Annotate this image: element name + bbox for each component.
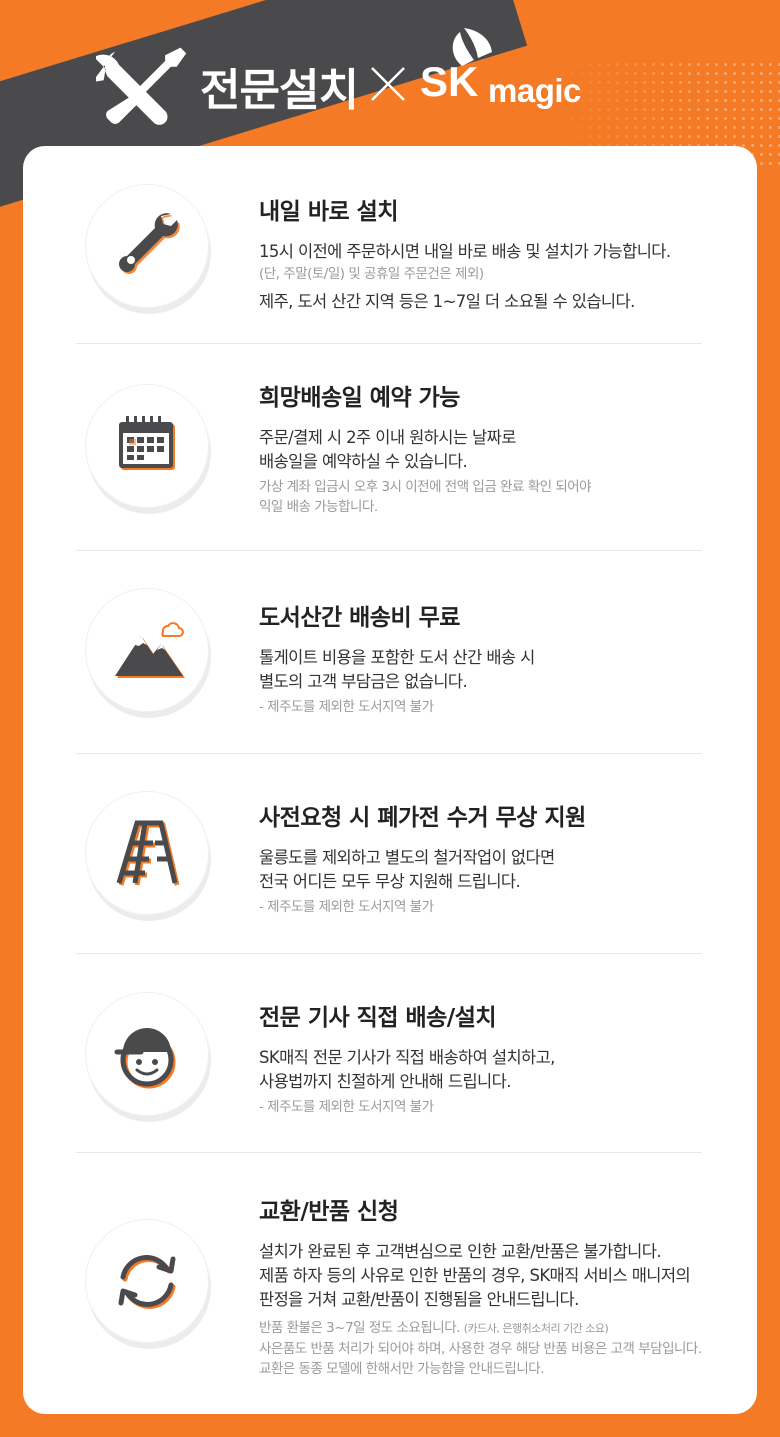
brand-magic: magic (488, 72, 581, 109)
item-title: 내일 바로 설치 (259, 199, 398, 225)
item-title: 사전요청 시 폐가전 수거 무상 지원 (259, 805, 586, 831)
item-note: - 제주도를 제외한 도서지역 불가 (259, 899, 434, 915)
item-desc: 주문/결제 시 2주 이내 원하시는 날짜로 (259, 428, 516, 447)
item-appliance-pickup: 사전요청 시 폐가전 수거 무상 지원 울릉도를 제외하고 별도의 철거작업이 … (259, 798, 739, 917)
cross-icon (371, 67, 405, 101)
item-desc: 톨게이트 비용을 포함한 도서 산간 배송 시 (259, 648, 535, 667)
item-note: - 제주도를 제외한 도서지역 불가 (259, 699, 434, 715)
exchange-icon (118, 1255, 176, 1309)
divider (76, 753, 702, 754)
item-desc: 배송일을 예약하실 수 있습니다. (259, 452, 468, 471)
ladder-icon (116, 820, 180, 886)
item-desc: 전국 어디든 모두 무상 지원해 드립니다. (259, 872, 521, 891)
item-title: 희망배송일 예약 가능 (259, 385, 460, 411)
item-title: 전문 기사 직접 배송/설치 (259, 1005, 497, 1031)
item-desc: 별도의 고객 부담금은 없습니다. (259, 672, 468, 691)
item-desc: 제품 하자 등의 사유로 인한 반품의 경우, SK매직 서비스 매니저의 (259, 1266, 691, 1285)
item-delivery-reservation: 희망배송일 예약 가능 주문/결제 시 2주 이내 원하시는 날짜로 배송일을 … (259, 378, 739, 517)
item-desc: 15시 이전에 주문하시면 내일 바로 배송 및 설치가 가능합니다. (259, 242, 671, 261)
item-note: 반품 환불은 3~7일 정도 소요됩니다. (카드사, 은행취소처리 기간 소요… (259, 1318, 739, 1339)
item-note-text: 반품 환불은 3~7일 정도 소요됩니다. (259, 1320, 460, 1336)
item-desc: 사용법까지 친절하게 안내해 드립니다. (259, 1072, 511, 1091)
calendar-icon (119, 416, 175, 470)
item-title: 교환/반품 신청 (259, 1199, 399, 1225)
divider (76, 1152, 702, 1153)
wrench-icon (119, 213, 180, 274)
item-expert-installation: 전문 기사 직접 배송/설치 SK매직 전문 기사가 직접 배송하여 설치하고,… (259, 998, 739, 1117)
header-title: 전문설치 (200, 65, 359, 116)
mountain-icon (115, 622, 185, 678)
divider (76, 550, 702, 551)
item-desc: 판정을 거쳐 교환/반품이 진행됨을 안내드립니다. (259, 1290, 579, 1309)
item-exchange-return: 교환/반품 신청 설치가 완료된 후 고객변심으로 인한 교환/반품은 불가합니… (259, 1192, 739, 1379)
item-note: 교환은 동종 모델에 한해서만 가능함을 안내드립니다. (259, 1361, 545, 1377)
item-title: 도서산간 배송비 무료 (259, 605, 460, 631)
item-note: 익일 배송 가능합니다. (259, 499, 378, 515)
header: 전문설치 SK magic (0, 0, 780, 140)
item-desc: 제주, 도서 산간 지역 등은 1~7일 더 소요될 수 있습니다. (259, 292, 635, 311)
item-note: 사은품도 반품 처리가 되어야 하며, 사용한 경우 해당 반품 비용은 고객 … (259, 1341, 702, 1357)
item-install-tomorrow: 내일 바로 설치 15시 이전에 주문하시면 내일 바로 배송 및 설치가 가능… (259, 192, 739, 314)
icon-circle (85, 184, 209, 308)
item-desc: SK매직 전문 기사가 직접 배송하여 설치하고, (259, 1048, 555, 1067)
item-note: (단, 주말(토/일) 및 공휴일 주문건은 제외) (259, 266, 484, 282)
item-note: 가상 계좌 입금시 오후 3시 이전에 전액 입금 완료 확인 되어야 (259, 479, 592, 495)
item-free-shipping: 도서산간 배송비 무료 톨게이트 비용을 포함한 도서 산간 배송 시 별도의 … (259, 598, 739, 717)
item-desc: 울릉도를 제외하고 별도의 철거작업이 없다면 (259, 848, 555, 867)
service-card: 내일 바로 설치 15시 이전에 주문하시면 내일 바로 배송 및 설치가 가능… (23, 146, 757, 1414)
icon-circle (85, 384, 209, 508)
brand-sk: SK (420, 58, 479, 105)
icon-circle (85, 1219, 209, 1343)
item-note: - 제주도를 제외한 도서지역 불가 (259, 1099, 434, 1115)
icon-circle (85, 791, 209, 915)
divider (76, 953, 702, 954)
icon-circle (85, 588, 209, 712)
item-note-small: (카드사, 은행취소처리 기간 소요) (463, 1322, 609, 1335)
icon-circle (85, 992, 209, 1116)
tools-icon (96, 47, 187, 125)
divider (76, 343, 702, 344)
item-desc: 설치가 완료된 후 고객변심으로 인한 교환/반품은 불가합니다. (259, 1242, 662, 1261)
technician-icon (114, 1028, 176, 1089)
